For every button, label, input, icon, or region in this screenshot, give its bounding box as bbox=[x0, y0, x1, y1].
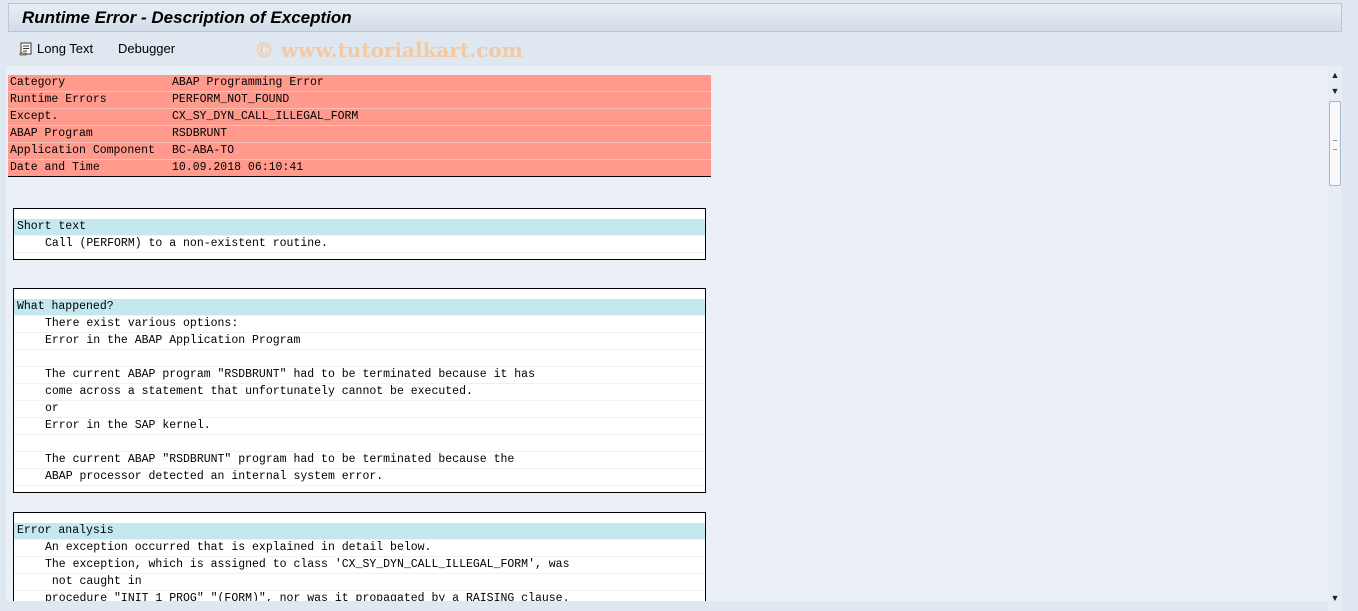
section-line bbox=[14, 350, 705, 367]
error-content: Category ABAP Programming Error Runtime Er… bbox=[6, 66, 1328, 601]
header-row: Category ABAP Programming Error bbox=[8, 75, 711, 92]
header-row: ABAP Program RSDBRUNT bbox=[8, 126, 711, 143]
watermark: © www.tutorialkart.com bbox=[254, 38, 523, 62]
header-row: Except. CX_SY_DYN_CALL_ILLEGAL_FORM bbox=[8, 109, 711, 126]
vertical-scrollbar[interactable]: ▲ ▼ ▼ bbox=[1328, 66, 1342, 611]
header-value: 10.09.2018 06:10:41 bbox=[172, 161, 304, 174]
header-row: Application Component BC-ABA-TO bbox=[8, 143, 711, 160]
arrow-up-icon[interactable]: ▲ bbox=[1328, 68, 1342, 82]
header-key: Category bbox=[10, 76, 66, 89]
section-line: procedure "INIT_1_PROG" "(FORM)", nor wa… bbox=[14, 591, 705, 601]
section-line: There exist various options: bbox=[14, 316, 705, 333]
header-key: Application Component bbox=[10, 144, 155, 157]
section-line: The current ABAP "RSDBRUNT" program had … bbox=[14, 452, 705, 469]
header-key: Runtime Errors bbox=[10, 93, 107, 106]
short-text-section: Short text Call (PERFORM) to a non-existe… bbox=[13, 208, 706, 260]
section-heading: Short text bbox=[14, 219, 705, 236]
section-heading: What happened? bbox=[14, 299, 705, 316]
header-key: Date and Time bbox=[10, 161, 100, 174]
arrow-down-icon[interactable]: ▼ bbox=[1328, 84, 1342, 98]
scrollbar-thumb[interactable] bbox=[1329, 101, 1341, 186]
header-divider bbox=[8, 176, 711, 177]
error-analysis-section: Error analysis An exception occurred that… bbox=[13, 512, 706, 601]
section-line: The exception, which is assigned to clas… bbox=[14, 557, 705, 574]
header-value: CX_SY_DYN_CALL_ILLEGAL_FORM bbox=[172, 110, 359, 123]
error-header-table: Category ABAP Programming Error Runtime Er… bbox=[8, 75, 711, 177]
long-text-label: Long Text bbox=[37, 41, 94, 56]
arrow-down-icon[interactable]: ▼ bbox=[1328, 591, 1342, 605]
long-text-button[interactable]: Long Text bbox=[19, 41, 93, 56]
section-line: ABAP processor detected an internal syst… bbox=[14, 469, 705, 486]
section-line: come across a statement that unfortunate… bbox=[14, 384, 705, 401]
debugger-button[interactable]: Debugger bbox=[118, 41, 175, 56]
section-line bbox=[14, 435, 705, 452]
grip-icon bbox=[1333, 140, 1337, 150]
header-value: ABAP Programming Error bbox=[172, 76, 324, 89]
section-line: or bbox=[14, 401, 705, 418]
section-line: Error in the SAP kernel. bbox=[14, 418, 705, 435]
header-row: Runtime Errors PERFORM_NOT_FOUND bbox=[8, 92, 711, 109]
title-bar: Runtime Error - Description of Exception bbox=[8, 3, 1342, 32]
section-line: not caught in bbox=[14, 574, 705, 591]
header-key: ABAP Program bbox=[10, 127, 93, 140]
header-value: BC-ABA-TO bbox=[172, 144, 235, 157]
section-line: Call (PERFORM) to a non-existent routine… bbox=[14, 236, 705, 253]
section-heading: Error analysis bbox=[14, 523, 705, 540]
header-value: RSDBRUNT bbox=[172, 127, 228, 140]
what-happened-section: What happened? There exist various option… bbox=[13, 288, 706, 493]
section-line: An exception occurred that is explained … bbox=[14, 540, 705, 557]
section-line: The current ABAP program "RSDBRUNT" had … bbox=[14, 367, 705, 384]
header-row: Date and Time 10.09.2018 06:10:41 bbox=[8, 160, 711, 177]
document-scroll-icon bbox=[19, 42, 33, 56]
application-toolbar: Long Text Debugger © www.tutorialkart.co… bbox=[8, 33, 1342, 67]
window-title: Runtime Error - Description of Exception bbox=[22, 8, 352, 27]
header-value: PERFORM_NOT_FOUND bbox=[172, 93, 290, 106]
debugger-label: Debugger bbox=[118, 41, 176, 56]
section-line: Error in the ABAP Application Program bbox=[14, 333, 705, 350]
header-key: Except. bbox=[10, 110, 59, 123]
